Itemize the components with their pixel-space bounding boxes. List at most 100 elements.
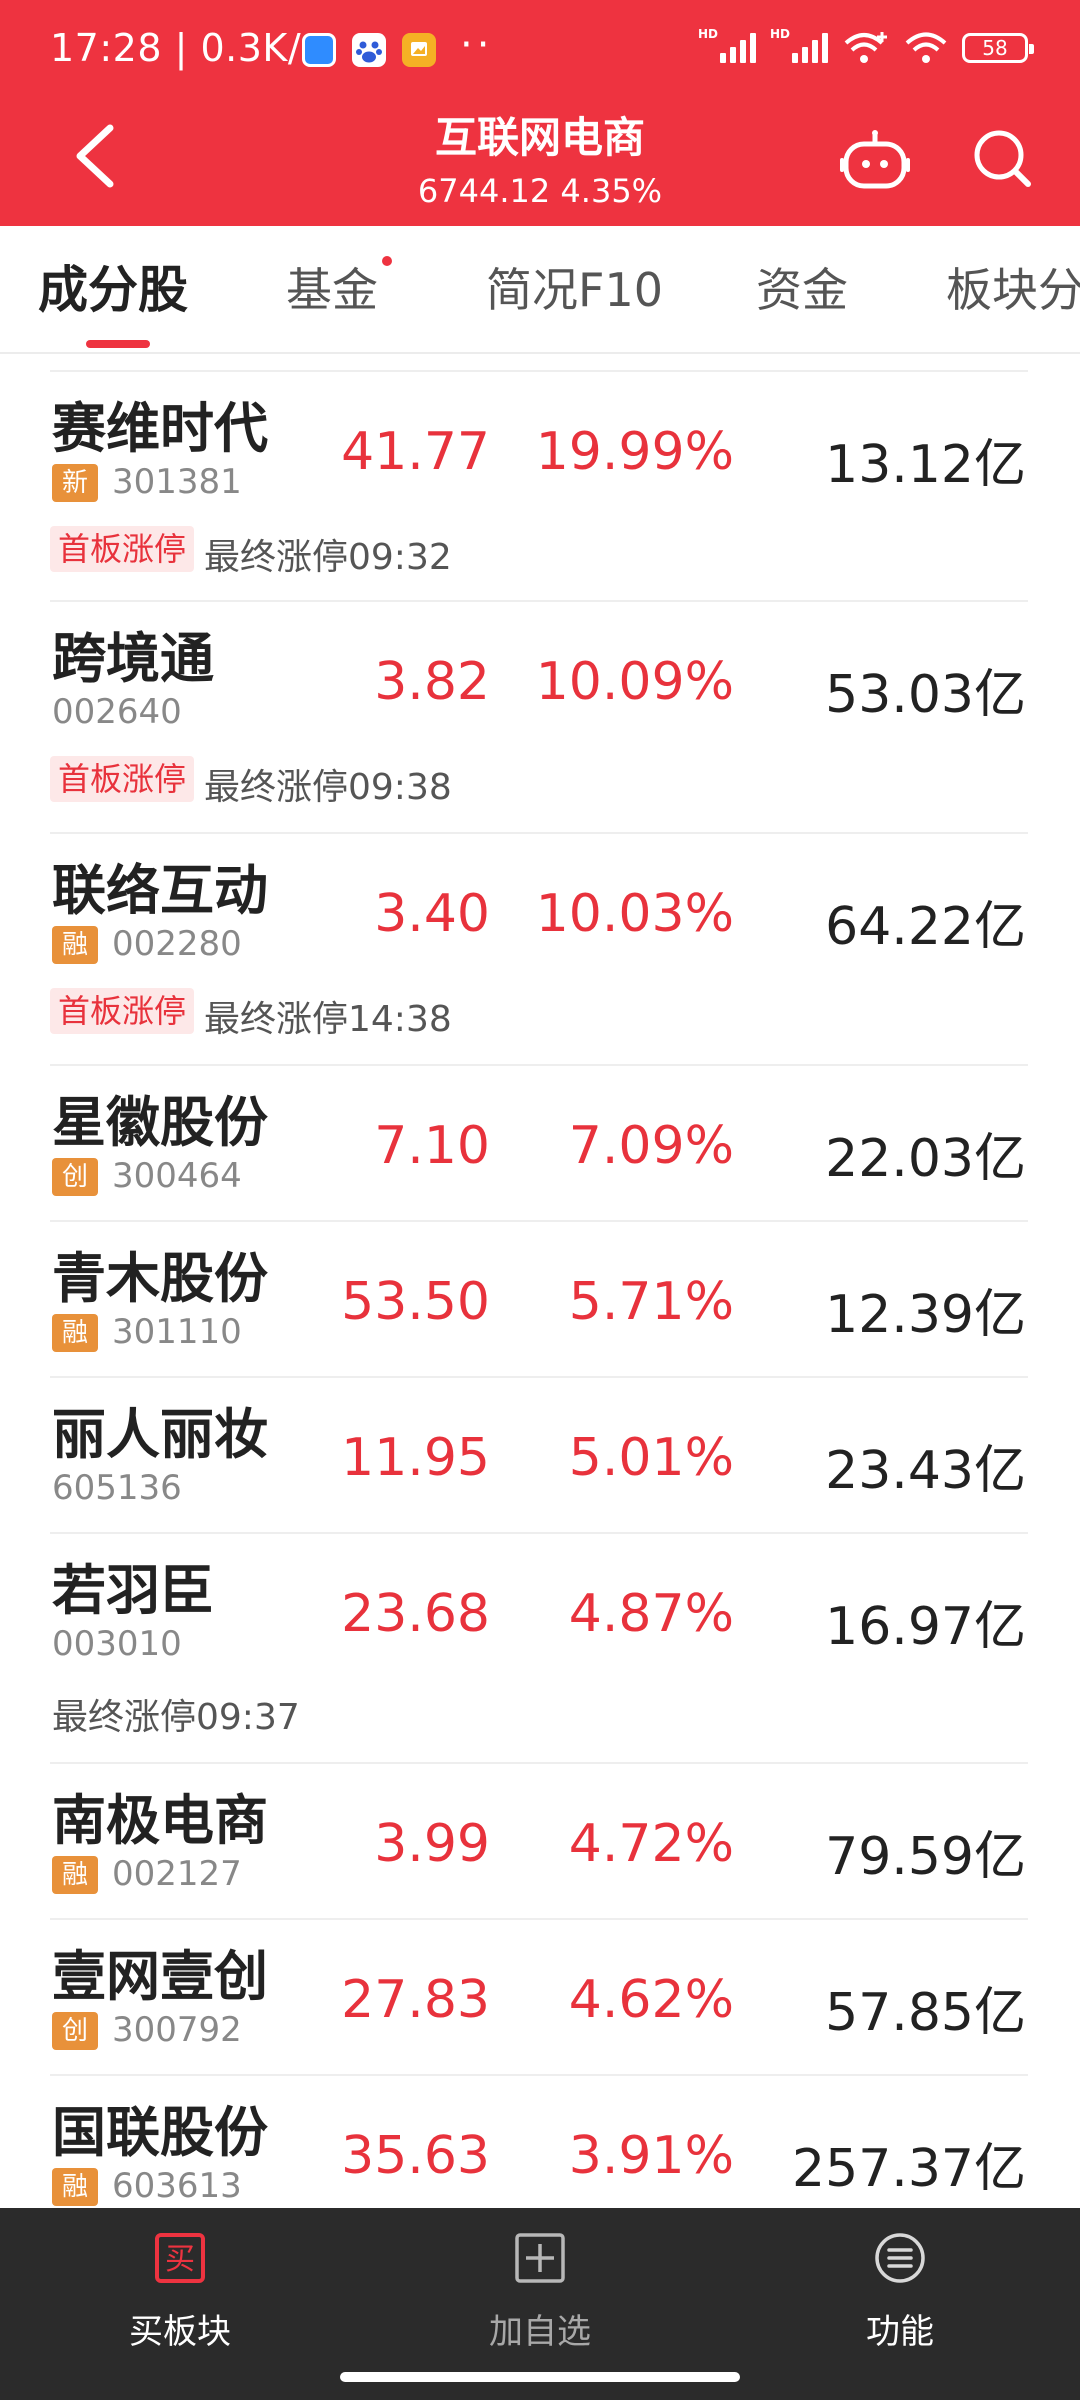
stock-code: 003010 — [52, 1624, 182, 1664]
margin-trading-badge: 融 — [52, 1856, 98, 1894]
limit-up-time: 最终涨停14:38 — [204, 999, 452, 1040]
chinext-badge: 创 — [52, 1158, 98, 1196]
search-icon[interactable] — [970, 126, 1034, 190]
hd-label-2: HD — [769, 27, 790, 41]
stock-market-cap: 23.43亿 — [825, 1441, 1026, 1501]
stock-row[interactable]: 国联股份 融 603613 35.63 3.91% 257.37亿 — [0, 2076, 1080, 2206]
stock-market-cap: 16.97亿 — [825, 1597, 1026, 1657]
stock-change: 3.91% — [568, 2126, 734, 2186]
stock-row[interactable]: 星徽股份 创 300464 7.10 7.09% 22.03亿 — [0, 1066, 1080, 1220]
stock-code: 301381 — [112, 462, 242, 502]
stock-market-cap: 22.03亿 — [825, 1129, 1026, 1189]
nav-label: 加自选 — [489, 2312, 591, 2352]
stock-change: 4.62% — [568, 1970, 734, 2030]
stock-price: 27.83 — [341, 1970, 490, 2030]
tab-sector[interactable]: 板块分 — [946, 226, 1080, 352]
tab-capital[interactable]: 资金 — [756, 226, 848, 352]
stock-name: 跨境通 — [52, 627, 214, 690]
stock-code: 002640 — [52, 692, 182, 732]
add-square-icon — [515, 2233, 565, 2283]
limit-up-tag: 首板涨停 — [50, 756, 195, 802]
stock-name: 南极电商 — [52, 1789, 268, 1852]
signal-icon — [719, 33, 756, 63]
limit-up-time: 最终涨停09:38 — [204, 767, 452, 808]
margin-trading-badge: 融 — [52, 1314, 98, 1352]
page-title: 互联网电商 — [434, 113, 645, 162]
tab-profile-f10[interactable]: 简况F10 — [486, 226, 663, 352]
gesture-home-bar[interactable] — [340, 2372, 740, 2382]
stock-row[interactable]: 跨境通 002640 3.82 10.09% 53.03亿 首板涨停 最终涨停0… — [0, 602, 1080, 832]
stock-name: 星徽股份 — [52, 1091, 268, 1154]
margin-trading-badge: 融 — [52, 2168, 98, 2206]
wifi-icon — [905, 32, 947, 63]
stock-name: 联络互动 — [52, 859, 268, 922]
status-more-dots: ·· — [460, 22, 494, 68]
stock-change: 5.71% — [568, 1272, 734, 1332]
buy-icon-glyph: 买 — [165, 2242, 195, 2277]
status-time: 17:28 | 0.3K/s — [50, 26, 322, 70]
stock-change: 10.09% — [535, 652, 734, 712]
stock-price: 11.95 — [341, 1428, 490, 1488]
stock-row[interactable]: 丽人丽妆 605136 11.95 5.01% 23.43亿 — [0, 1378, 1080, 1532]
stock-name: 青木股份 — [52, 1247, 268, 1310]
robot-assistant-icon[interactable] — [840, 128, 910, 192]
stock-market-cap: 13.12亿 — [825, 435, 1026, 495]
stock-market-cap: 57.85亿 — [825, 1983, 1026, 2043]
stock-price: 41.77 — [341, 422, 490, 482]
tab-bar: 成分股 基金 简况F10 资金 板块分 — [0, 226, 1080, 354]
stock-change: 19.99% — [535, 422, 734, 482]
notification-app-icon — [302, 33, 336, 67]
stock-row[interactable]: 若羽臣 003010 23.68 4.87% 16.97亿 最终涨停09:37 — [0, 1534, 1080, 1762]
buy-icon: 买 — [155, 2233, 205, 2283]
limit-up-time: 最终涨停09:32 — [204, 537, 452, 578]
stock-row[interactable]: 壹网壹创 创 300792 27.83 4.62% 57.85亿 — [0, 1920, 1080, 2074]
nav-label: 买板块 — [129, 2312, 231, 2352]
limit-up-tag: 首板涨停 — [50, 526, 195, 572]
stock-change: 10.03% — [535, 884, 734, 944]
stock-price: 7.10 — [374, 1116, 490, 1176]
status-bar: 17:28 | 0.3K/s ·· HD HD 58 — [0, 0, 1080, 100]
gallery-app-icon — [402, 33, 436, 67]
stock-price: 3.40 — [374, 884, 490, 944]
stock-name: 国联股份 — [52, 2101, 268, 2164]
nav-label: 功能 — [866, 2312, 934, 2352]
stock-code: 603613 — [112, 2166, 242, 2206]
active-tab-indicator — [86, 340, 150, 348]
index-quote: 6744.12 4.35% — [417, 172, 663, 210]
margin-trading-badge: 融 — [52, 926, 98, 964]
stock-price: 23.68 — [341, 1584, 490, 1644]
stock-list: 赛维时代 新 301381 41.77 19.99% 13.12亿 首板涨停 最… — [0, 356, 1080, 2206]
hd-label: HD — [697, 27, 718, 41]
limit-up-tag: 首板涨停 — [50, 988, 195, 1034]
stock-market-cap: 53.03亿 — [825, 665, 1026, 725]
signal-icon-2 — [792, 33, 828, 63]
new-listing-badge: 新 — [52, 464, 98, 502]
stock-change: 5.01% — [568, 1428, 734, 1488]
stock-market-cap: 12.39亿 — [825, 1285, 1026, 1345]
wifi-plus-icon — [844, 32, 887, 63]
stock-market-cap: 79.59亿 — [825, 1827, 1026, 1887]
stock-row[interactable]: 青木股份 融 301110 53.50 5.71% 12.39亿 — [0, 1222, 1080, 1376]
baidu-app-icon — [352, 33, 386, 67]
stock-code: 002280 — [112, 924, 242, 964]
stock-price: 3.82 — [374, 652, 490, 712]
tab-constituents[interactable]: 成分股 — [38, 226, 188, 352]
stock-price: 53.50 — [341, 1272, 490, 1332]
stock-price: 35.63 — [341, 2126, 490, 2186]
nav-functions[interactable]: 功能 — [720, 2208, 1080, 2400]
stock-name: 壹网壹创 — [52, 1945, 268, 2008]
nav-buy-sector[interactable]: 买 买板块 — [0, 2208, 360, 2400]
stock-change: 4.87% — [568, 1584, 734, 1644]
stock-code: 300792 — [112, 2010, 242, 2050]
stock-row[interactable]: 赛维时代 新 301381 41.77 19.99% 13.12亿 首板涨停 最… — [0, 372, 1080, 586]
tab-funds[interactable]: 基金 — [286, 226, 378, 352]
limit-up-time: 最终涨停09:37 — [52, 1697, 300, 1738]
stock-row[interactable]: 联络互动 融 002280 3.40 10.03% 64.22亿 首板涨停 最终… — [0, 834, 1080, 1064]
chinext-badge: 创 — [52, 2012, 98, 2050]
stock-market-cap: 64.22亿 — [825, 897, 1026, 957]
tab-notification-dot — [382, 256, 392, 266]
stock-row[interactable]: 南极电商 融 002127 3.99 4.72% 79.59亿 — [0, 1764, 1080, 1918]
stock-change: 7.09% — [568, 1116, 734, 1176]
stock-name: 赛维时代 — [52, 397, 268, 460]
stock-code: 605136 — [52, 1468, 182, 1508]
